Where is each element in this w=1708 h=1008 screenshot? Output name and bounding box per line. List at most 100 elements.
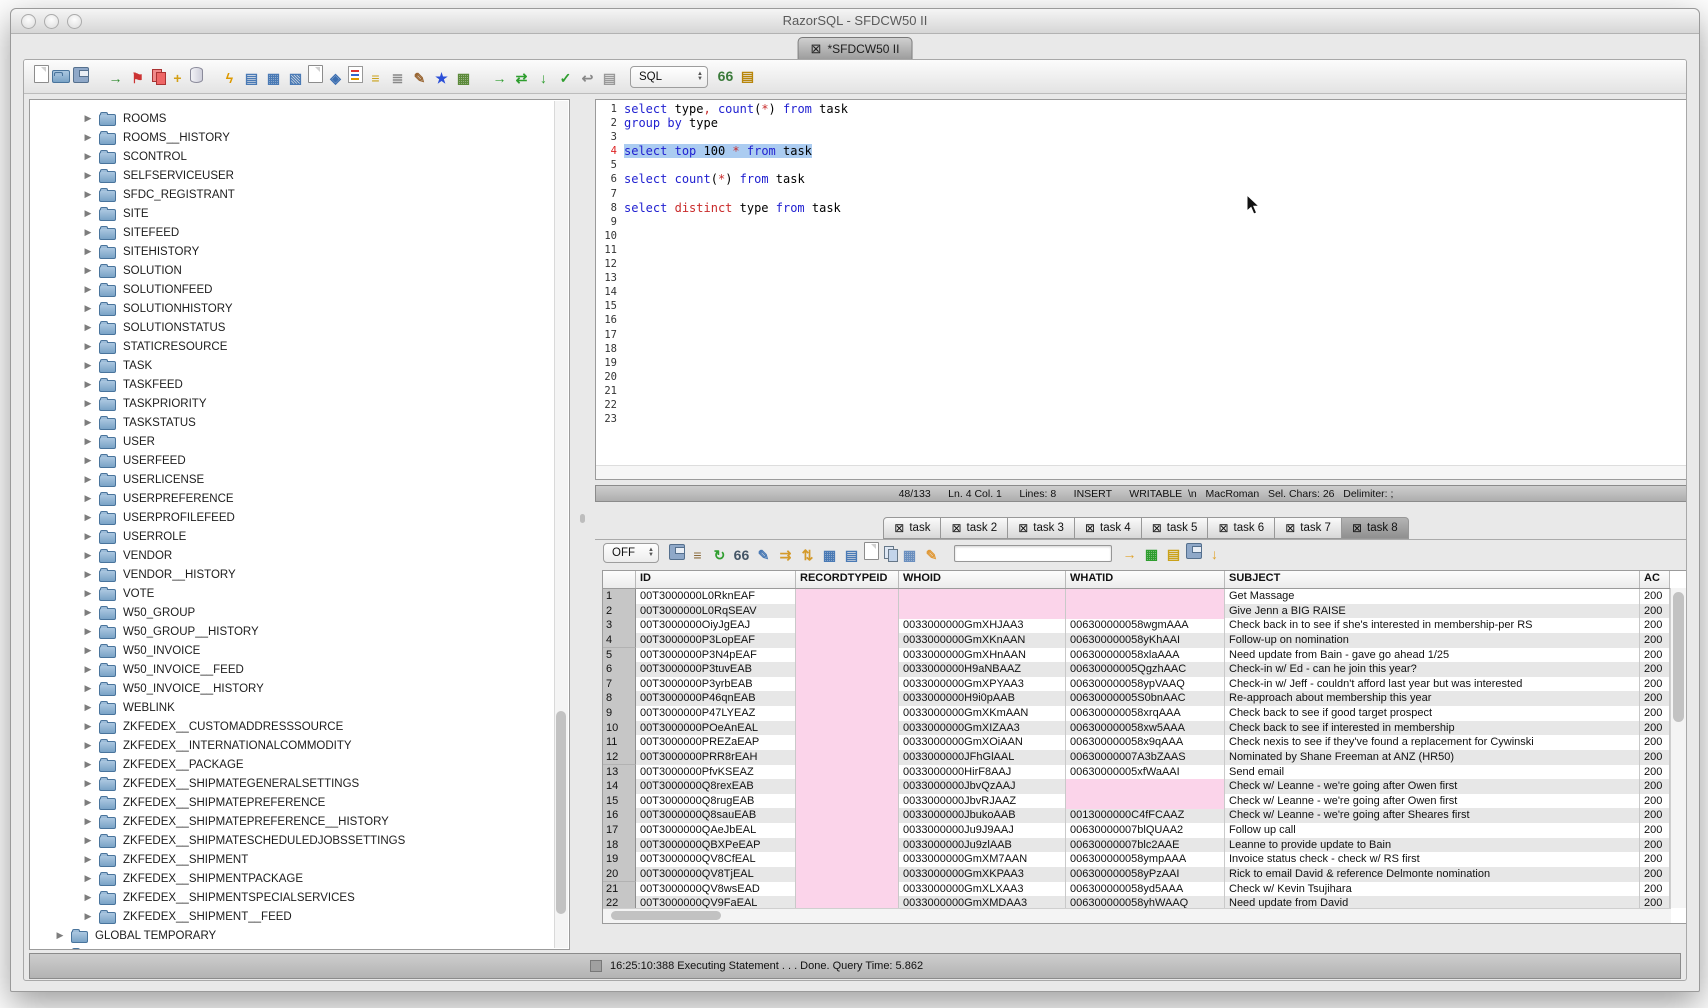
table-cell[interactable]	[796, 838, 899, 854]
tree-item[interactable]: ▶ZKFEDEX__SHIPMATEPREFERENCE	[30, 793, 569, 812]
row-number[interactable]: 21	[603, 882, 636, 898]
table-cell[interactable]: 200	[1640, 691, 1670, 707]
table-cell[interactable]: 00T3000000QBXPeEAP	[636, 838, 796, 854]
table-h-scrollbar[interactable]	[603, 908, 1671, 923]
disclosure-triangle-icon[interactable]: ▶	[82, 816, 94, 827]
row-number[interactable]: 17	[603, 823, 636, 839]
table-cell[interactable]: 00T3000000L0RknEAF	[636, 589, 796, 605]
tree-item[interactable]: ▶TASK	[30, 356, 569, 375]
disclosure-triangle-icon[interactable]: ▶	[82, 873, 94, 884]
table-cell[interactable]: 00630000007blc2AAE	[1066, 838, 1225, 854]
table-cell[interactable]	[796, 589, 899, 605]
disclosure-triangle-icon[interactable]: ▶	[54, 930, 66, 941]
tree-item[interactable]: ▶TASKSTATUS	[30, 413, 569, 432]
row-number[interactable]: 4	[603, 633, 636, 649]
results-tab-task[interactable]: ⊠task	[883, 517, 941, 539]
table-cell[interactable]	[796, 808, 899, 824]
results-tab-task-6[interactable]: ⊠task 6	[1208, 517, 1275, 539]
disclosure-triangle-icon[interactable]: ▶	[82, 797, 94, 808]
table-cell[interactable]: Check-in w/ Ed - can he join this year?	[1225, 662, 1640, 678]
disclosure-triangle-icon[interactable]: ▶	[82, 246, 94, 257]
refresh-results-icon[interactable]: ↻	[710, 546, 729, 565]
open-file-icon[interactable]	[52, 70, 70, 83]
sql-code-area[interactable]: select type, count(*) from taskgroup by …	[624, 102, 1680, 426]
tree-item[interactable]: ▶VENDOR__HISTORY	[30, 565, 569, 584]
row-number[interactable]: 18	[603, 838, 636, 854]
table-cell[interactable]: 00T3000000Q8rexEAB	[636, 779, 796, 795]
refresh-objects-icon[interactable]: ▧	[286, 69, 305, 88]
table-cell[interactable]: 200	[1640, 618, 1670, 634]
disclosure-triangle-icon[interactable]: ▶	[82, 455, 94, 466]
sort-rows-icon[interactable]: ⇅	[798, 546, 817, 565]
disclosure-triangle-icon[interactable]: ▶	[82, 759, 94, 770]
table-row[interactable]: 1400T3000000Q8rexEAB0033000000JbvQzAAJCh…	[603, 779, 1670, 794]
results-tab-task-4[interactable]: ⊠task 4	[1075, 517, 1142, 539]
describe-table-icon[interactable]: ▤	[242, 69, 261, 88]
row-number[interactable]: 3	[603, 618, 636, 634]
disclosure-triangle-icon[interactable]: ▶	[82, 322, 94, 333]
table-cell[interactable]: 006300000058yPzAAI	[1066, 867, 1225, 883]
table-row[interactable]: 1700T3000000QAeJbEAL0033000000Ju9J9AAJ00…	[603, 823, 1670, 838]
save-results-icon[interactable]	[669, 544, 685, 560]
table-cell[interactable]: 00T3000000Q8rugEAB	[636, 794, 796, 810]
disclosure-triangle-icon[interactable]: ▶	[82, 360, 94, 371]
tree-item[interactable]: ▶USERPROFILEFEED	[30, 508, 569, 527]
table-v-scrollbar[interactable]	[1670, 588, 1687, 908]
table-cell[interactable]: 00T3000000P3tuvEAB	[636, 662, 796, 678]
table-cell[interactable]	[796, 662, 899, 678]
append-table-icon[interactable]: ▦	[1142, 545, 1161, 564]
filter-edit-icon[interactable]: ✎	[410, 69, 429, 88]
disclosure-triangle-icon[interactable]: ▶	[82, 721, 94, 732]
tree-item[interactable]: ▶ZKFEDEX__SHIPMENT	[30, 850, 569, 869]
disclosure-triangle-icon[interactable]: ▶	[82, 189, 94, 200]
tree-item[interactable]: ▶SOLUTIONHISTORY	[30, 299, 569, 318]
tree-item[interactable]: ▶ZKFEDEX__SHIPMATESCHEDULEDJOBSSETTINGS	[30, 831, 569, 850]
close-tab-icon[interactable]: ⊠	[1218, 521, 1228, 535]
table-row[interactable]: 600T3000000P3tuvEAB0033000000H9aNBAAZ006…	[603, 662, 1670, 677]
table-cell[interactable]	[796, 677, 899, 693]
table-cell[interactable]: 006300000058yd5AAA	[1066, 882, 1225, 898]
tree-item[interactable]: ▶SITE	[30, 204, 569, 223]
table-cell[interactable]: 200	[1640, 750, 1670, 766]
results-tab-task-3[interactable]: ⊠task 3	[1008, 517, 1075, 539]
table-row[interactable]: 1200T3000000PRR8rEAH0033000000JFhGlAAL00…	[603, 750, 1670, 765]
row-number[interactable]: 11	[603, 735, 636, 751]
table-cell[interactable]: Check nexis to see if they've found a re…	[1225, 735, 1640, 751]
tree-item[interactable]: ▶USERROLE	[30, 527, 569, 546]
table-row[interactable]: 300T3000000OiyJgEAJ0033000000GmXHJAA3006…	[603, 618, 1670, 633]
table-cell[interactable]: 0033000000JbvQzAAJ	[899, 779, 1066, 795]
table-row[interactable]: 1500T3000000Q8rugEAB0033000000JbvRJAAZCh…	[603, 794, 1670, 809]
go-column-icon[interactable]: →	[1120, 544, 1139, 563]
table-cell[interactable]: 200	[1640, 838, 1670, 854]
tree-item[interactable]: ▶STATICRESOURCE	[30, 337, 569, 356]
table-row[interactable]: 700T3000000P3yrbEAB0033000000GmXPYAA3006…	[603, 677, 1670, 692]
disclosure-triangle-icon[interactable]: ▶	[82, 284, 94, 295]
tree-item[interactable]: ▶W50_INVOICE__FEED	[30, 660, 569, 679]
outline-list-icon[interactable]: ▤	[738, 67, 757, 86]
table-cell[interactable]: 00T3000000PREZaEAP	[636, 735, 796, 751]
disclosure-triangle-icon[interactable]: ▶	[82, 474, 94, 485]
disclosure-triangle-icon[interactable]: ▶	[82, 493, 94, 504]
table-cell[interactable]: Re-approach about membership this year	[1225, 691, 1640, 707]
disclosure-triangle-icon[interactable]: ▶	[82, 645, 94, 656]
table-cell[interactable]: 00630000005QgzhAAC	[1066, 662, 1225, 678]
save-table-icon[interactable]	[1186, 543, 1202, 559]
edit-table-icon[interactable]: ▦	[264, 69, 283, 88]
table-row[interactable]: 1900T3000000QV8CfEAL0033000000GmXM7AAN00…	[603, 852, 1670, 867]
disconnect-database-icon[interactable]: ⚑	[128, 69, 147, 88]
table-cell[interactable]: 00T3000000QV8CfEAL	[636, 852, 796, 868]
row-number[interactable]: 14	[603, 779, 636, 795]
table-cell[interactable]	[796, 867, 899, 883]
disclosure-triangle-icon[interactable]: ▶	[82, 550, 94, 561]
align-lines-icon[interactable]: ≣	[388, 69, 407, 88]
table-cell[interactable]: Give Jenn a BIG RAISE	[1225, 604, 1640, 620]
disclosure-triangle-icon[interactable]: ▶	[82, 436, 94, 447]
disclosure-triangle-icon[interactable]: ▶	[82, 911, 94, 922]
table-row[interactable]: 1300T3000000PfvKSEAZ0033000000HirF8AAJ00…	[603, 765, 1670, 780]
row-number[interactable]: 9	[603, 706, 636, 722]
row-number[interactable]: 7	[603, 677, 636, 693]
table-cell[interactable]: 00T3000000PRR8rEAH	[636, 750, 796, 766]
export-table-icon[interactable]: ▦	[820, 546, 839, 565]
table-cell[interactable]	[796, 750, 899, 766]
tree-item[interactable]: ▶VIEW	[30, 945, 569, 950]
